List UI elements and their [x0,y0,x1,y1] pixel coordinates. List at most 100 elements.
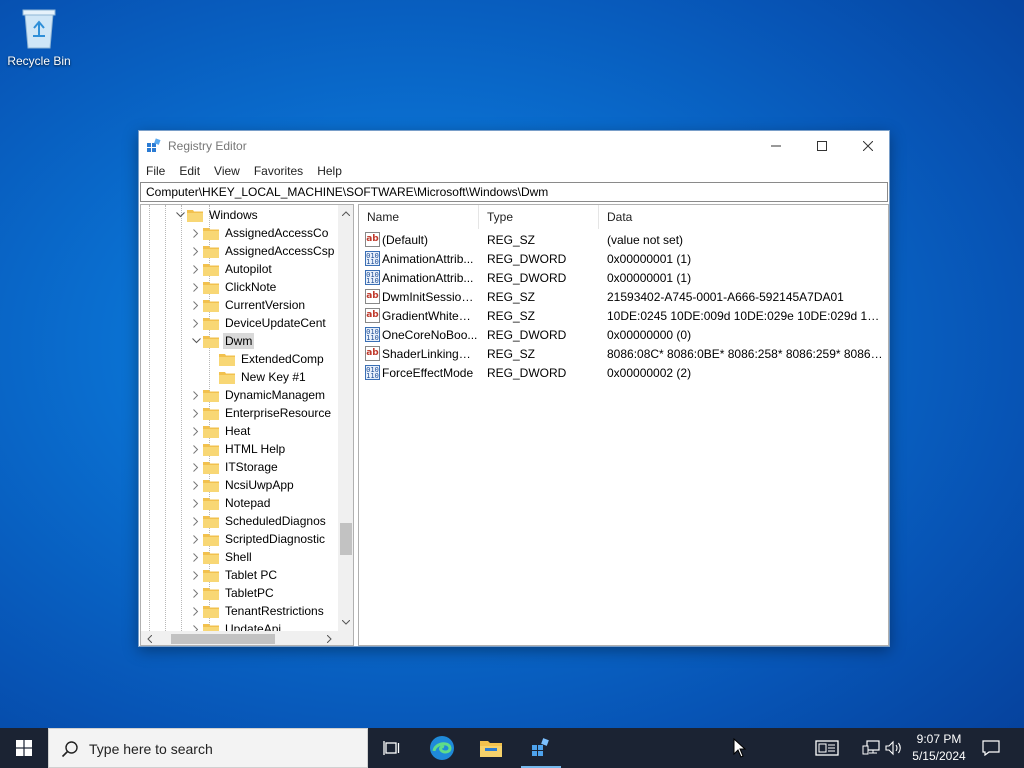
tree-item[interactable]: Autopilot [189,260,274,278]
tree-item[interactable]: DynamicManagem [189,386,327,404]
tree-item[interactable]: Dwm [189,332,255,350]
tree-item[interactable]: ScheduledDiagnos [189,512,328,530]
tree-item-label: DeviceUpdateCent [225,316,326,330]
chevron-right-icon[interactable] [189,426,203,436]
tree-item-label: DynamicManagem [225,388,326,402]
values-list-header: Name Type Data [359,205,888,229]
tree-item[interactable]: ITStorage [189,458,280,476]
menu-favorites[interactable]: Favorites [254,164,303,178]
menu-edit[interactable]: Edit [179,164,200,178]
tree-item[interactable]: TenantRestrictions [189,602,326,620]
folder-icon [203,515,219,528]
value-row[interactable]: 010 110 OneCoreNoBoo... REG_DWORD 0x0000000… [359,326,888,345]
tray-network-button[interactable] [860,728,882,768]
tree-item[interactable]: NcsiUwpApp [189,476,296,494]
value-row[interactable]: 010 110 AnimationAttrib... REG_DWORD 0x0000… [359,269,888,288]
chevron-right-icon[interactable] [189,246,203,256]
tree-item[interactable]: AssignedAccessCo [189,224,330,242]
tree-item[interactable]: HTML Help [189,440,287,458]
tree-item[interactable]: New Key #1 [205,368,308,386]
chevron-right-icon[interactable] [189,534,203,544]
start-button[interactable] [0,728,48,768]
tree-item[interactable]: TabletPC [189,584,276,602]
chevron-down-icon[interactable] [189,338,203,344]
taskbar-edge-button[interactable] [418,728,466,768]
menu-help[interactable]: Help [317,164,342,178]
dword-value-icon: 010 110 [365,327,380,342]
tree-item-label: AssignedAccessCsp [225,244,335,258]
scroll-down-button[interactable] [338,614,353,631]
value-row[interactable]: ab ShaderLinkingG... REG_SZ 8086:08C* 8086:… [359,345,888,364]
tree-item[interactable]: ExtendedComp [205,350,326,368]
address-bar[interactable]: Computer\HKEY_LOCAL_MACHINE\SOFTWARE\Mic… [140,182,888,202]
minimize-button[interactable] [753,131,799,161]
tree-item[interactable]: Heat [189,422,252,440]
tree-item-label: Autopilot [225,262,272,276]
folder-icon [203,533,219,546]
chevron-right-icon[interactable] [189,516,203,526]
close-button[interactable] [845,131,891,161]
chevron-right-icon[interactable] [189,264,203,274]
tree-horizontal-scrollbar[interactable] [141,631,338,645]
value-row[interactable]: ab GradientWhitePi... REG_SZ 10DE:0245 10DE… [359,307,888,326]
tree-item[interactable]: UpdateApi [189,620,283,631]
tree-item[interactable]: DeviceUpdateCent [189,314,328,332]
column-header-name[interactable]: Name [359,205,479,229]
tree-item[interactable]: Notepad [189,494,272,512]
maximize-button[interactable] [799,131,845,161]
scroll-right-button[interactable] [321,631,338,645]
chevron-right-icon[interactable] [189,408,203,418]
chevron-right-icon[interactable] [189,570,203,580]
recycle-bin-shortcut[interactable]: Recycle Bin [4,6,74,68]
tree-item[interactable]: Tablet PC [189,566,279,584]
value-row[interactable]: ab DwmInitSession... REG_SZ 21593402-A745-0… [359,288,888,307]
tree-item[interactable]: Windows [173,206,260,224]
chevron-right-icon[interactable] [189,318,203,328]
column-header-data[interactable]: Data [599,205,886,229]
dword-value-icon: 010 110 [365,365,380,380]
value-row[interactable]: ab (Default) REG_SZ (value not set) [359,231,888,250]
chevron-right-icon[interactable] [189,606,203,616]
dword-value-icon: 010 110 [365,251,380,266]
tree-vertical-scrollbar[interactable] [338,205,353,631]
taskbar-file-explorer-button[interactable] [467,728,515,768]
chevron-right-icon[interactable] [189,300,203,310]
clock-date: 5/15/2024 [912,749,966,763]
tree-item[interactable]: ScriptedDiagnostic [189,530,327,548]
action-center-button[interactable] [980,728,1002,768]
scroll-up-button[interactable] [338,205,353,222]
chevron-right-icon[interactable] [189,444,203,454]
chevron-right-icon[interactable] [189,552,203,562]
taskbar-clock[interactable]: 9:07 PM 5/15/2024 [902,731,976,765]
value-row[interactable]: 010 110 ForceEffectMode REG_DWORD 0x0000000… [359,364,888,383]
chevron-right-icon[interactable] [189,228,203,238]
close-icon [863,141,873,151]
folder-icon [203,443,219,456]
menu-file[interactable]: File [146,164,165,178]
task-view-button[interactable] [368,728,416,768]
chevron-right-icon[interactable] [189,498,203,508]
chevron-down-icon[interactable] [173,212,187,218]
tree-item-label: ITStorage [225,460,278,474]
chevron-right-icon[interactable] [189,282,203,292]
chevron-right-icon[interactable] [189,390,203,400]
chevron-right-icon[interactable] [189,480,203,490]
column-header-type[interactable]: Type [479,205,599,229]
tree-item[interactable]: CurrentVersion [189,296,307,314]
tree-item[interactable]: EnterpriseResource [189,404,333,422]
title-bar[interactable]: Registry Editor [139,131,889,161]
menu-view[interactable]: View [214,164,240,178]
tree-item[interactable]: AssignedAccessCsp [189,242,336,260]
windows-logo-icon [16,740,32,756]
tree-horizontal-scroll-thumb[interactable] [171,634,275,644]
taskbar-search-box[interactable]: Type here to search [48,728,368,768]
scroll-left-button[interactable] [141,631,158,645]
tray-news-button[interactable] [812,728,842,768]
tree-vertical-scroll-thumb[interactable] [340,523,352,555]
chevron-right-icon[interactable] [189,588,203,598]
chevron-right-icon[interactable] [189,462,203,472]
tree-item[interactable]: ClickNote [189,278,278,296]
tree-item[interactable]: Shell [189,548,254,566]
taskbar-registry-editor-button[interactable] [517,728,565,768]
value-row[interactable]: 010 110 AnimationAttrib... REG_DWORD 0x0000… [359,250,888,269]
